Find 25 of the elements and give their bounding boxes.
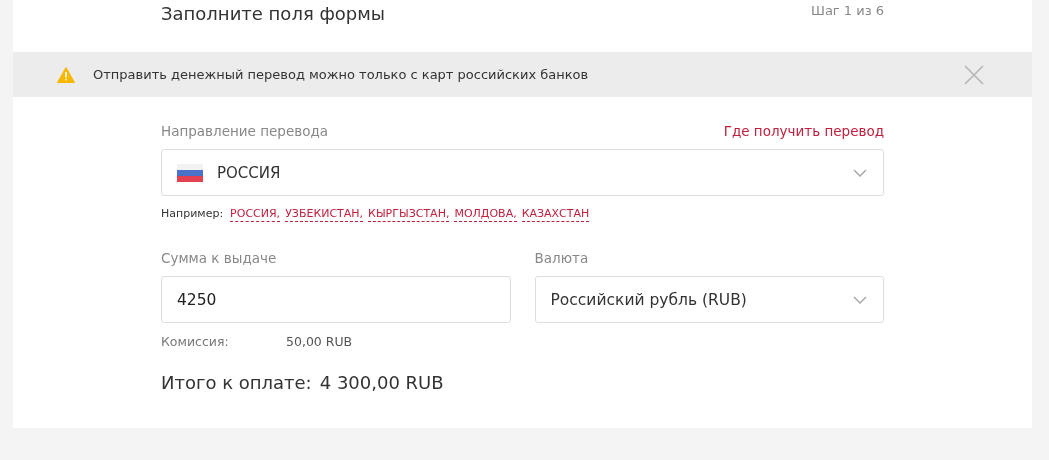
notice-text: Отправить денежный перевод можно только с карт российских банков [93,67,590,82]
amount-input[interactable]: 4250 [161,276,511,324]
examples-label: Например: [161,207,224,220]
field-label: Направление перевода [161,123,328,139]
country-example-link[interactable]: КАЗАХСТАН [521,206,590,223]
commission-label: Комиссия: [161,334,230,350]
where-to-receive-link[interactable]: Где получить перевод [723,123,884,139]
commission-value: 50,00 RUB [286,334,353,350]
warning-icon [57,66,75,83]
country-example-link[interactable]: КЫРГЫЗСТАН, [368,206,450,223]
step-counter: Шаг 1 из 6 [811,3,884,18]
chevron-icon [853,295,867,304]
chevron-icon [853,168,867,177]
field-label: Валюта [534,250,590,267]
flag-icon [177,163,203,182]
country-example-link[interactable]: РОССИЯ, [230,206,281,223]
total-value: 4 300,00 RUB [319,372,444,394]
field-label: Сумма к выдаче [161,250,278,267]
country-select[interactable]: РОССИЯ [161,149,884,196]
form-title: Заполните поля формы [161,3,386,24]
total-label: Итого к оплате: [161,372,312,394]
country-example-link[interactable]: МОЛДОВА, [454,206,517,223]
country-example-link[interactable]: УЗБЕКИСТАН, [285,206,364,223]
currency-select[interactable]: Российский рубль (RUB) [534,276,884,324]
close-icon[interactable] [964,64,984,85]
